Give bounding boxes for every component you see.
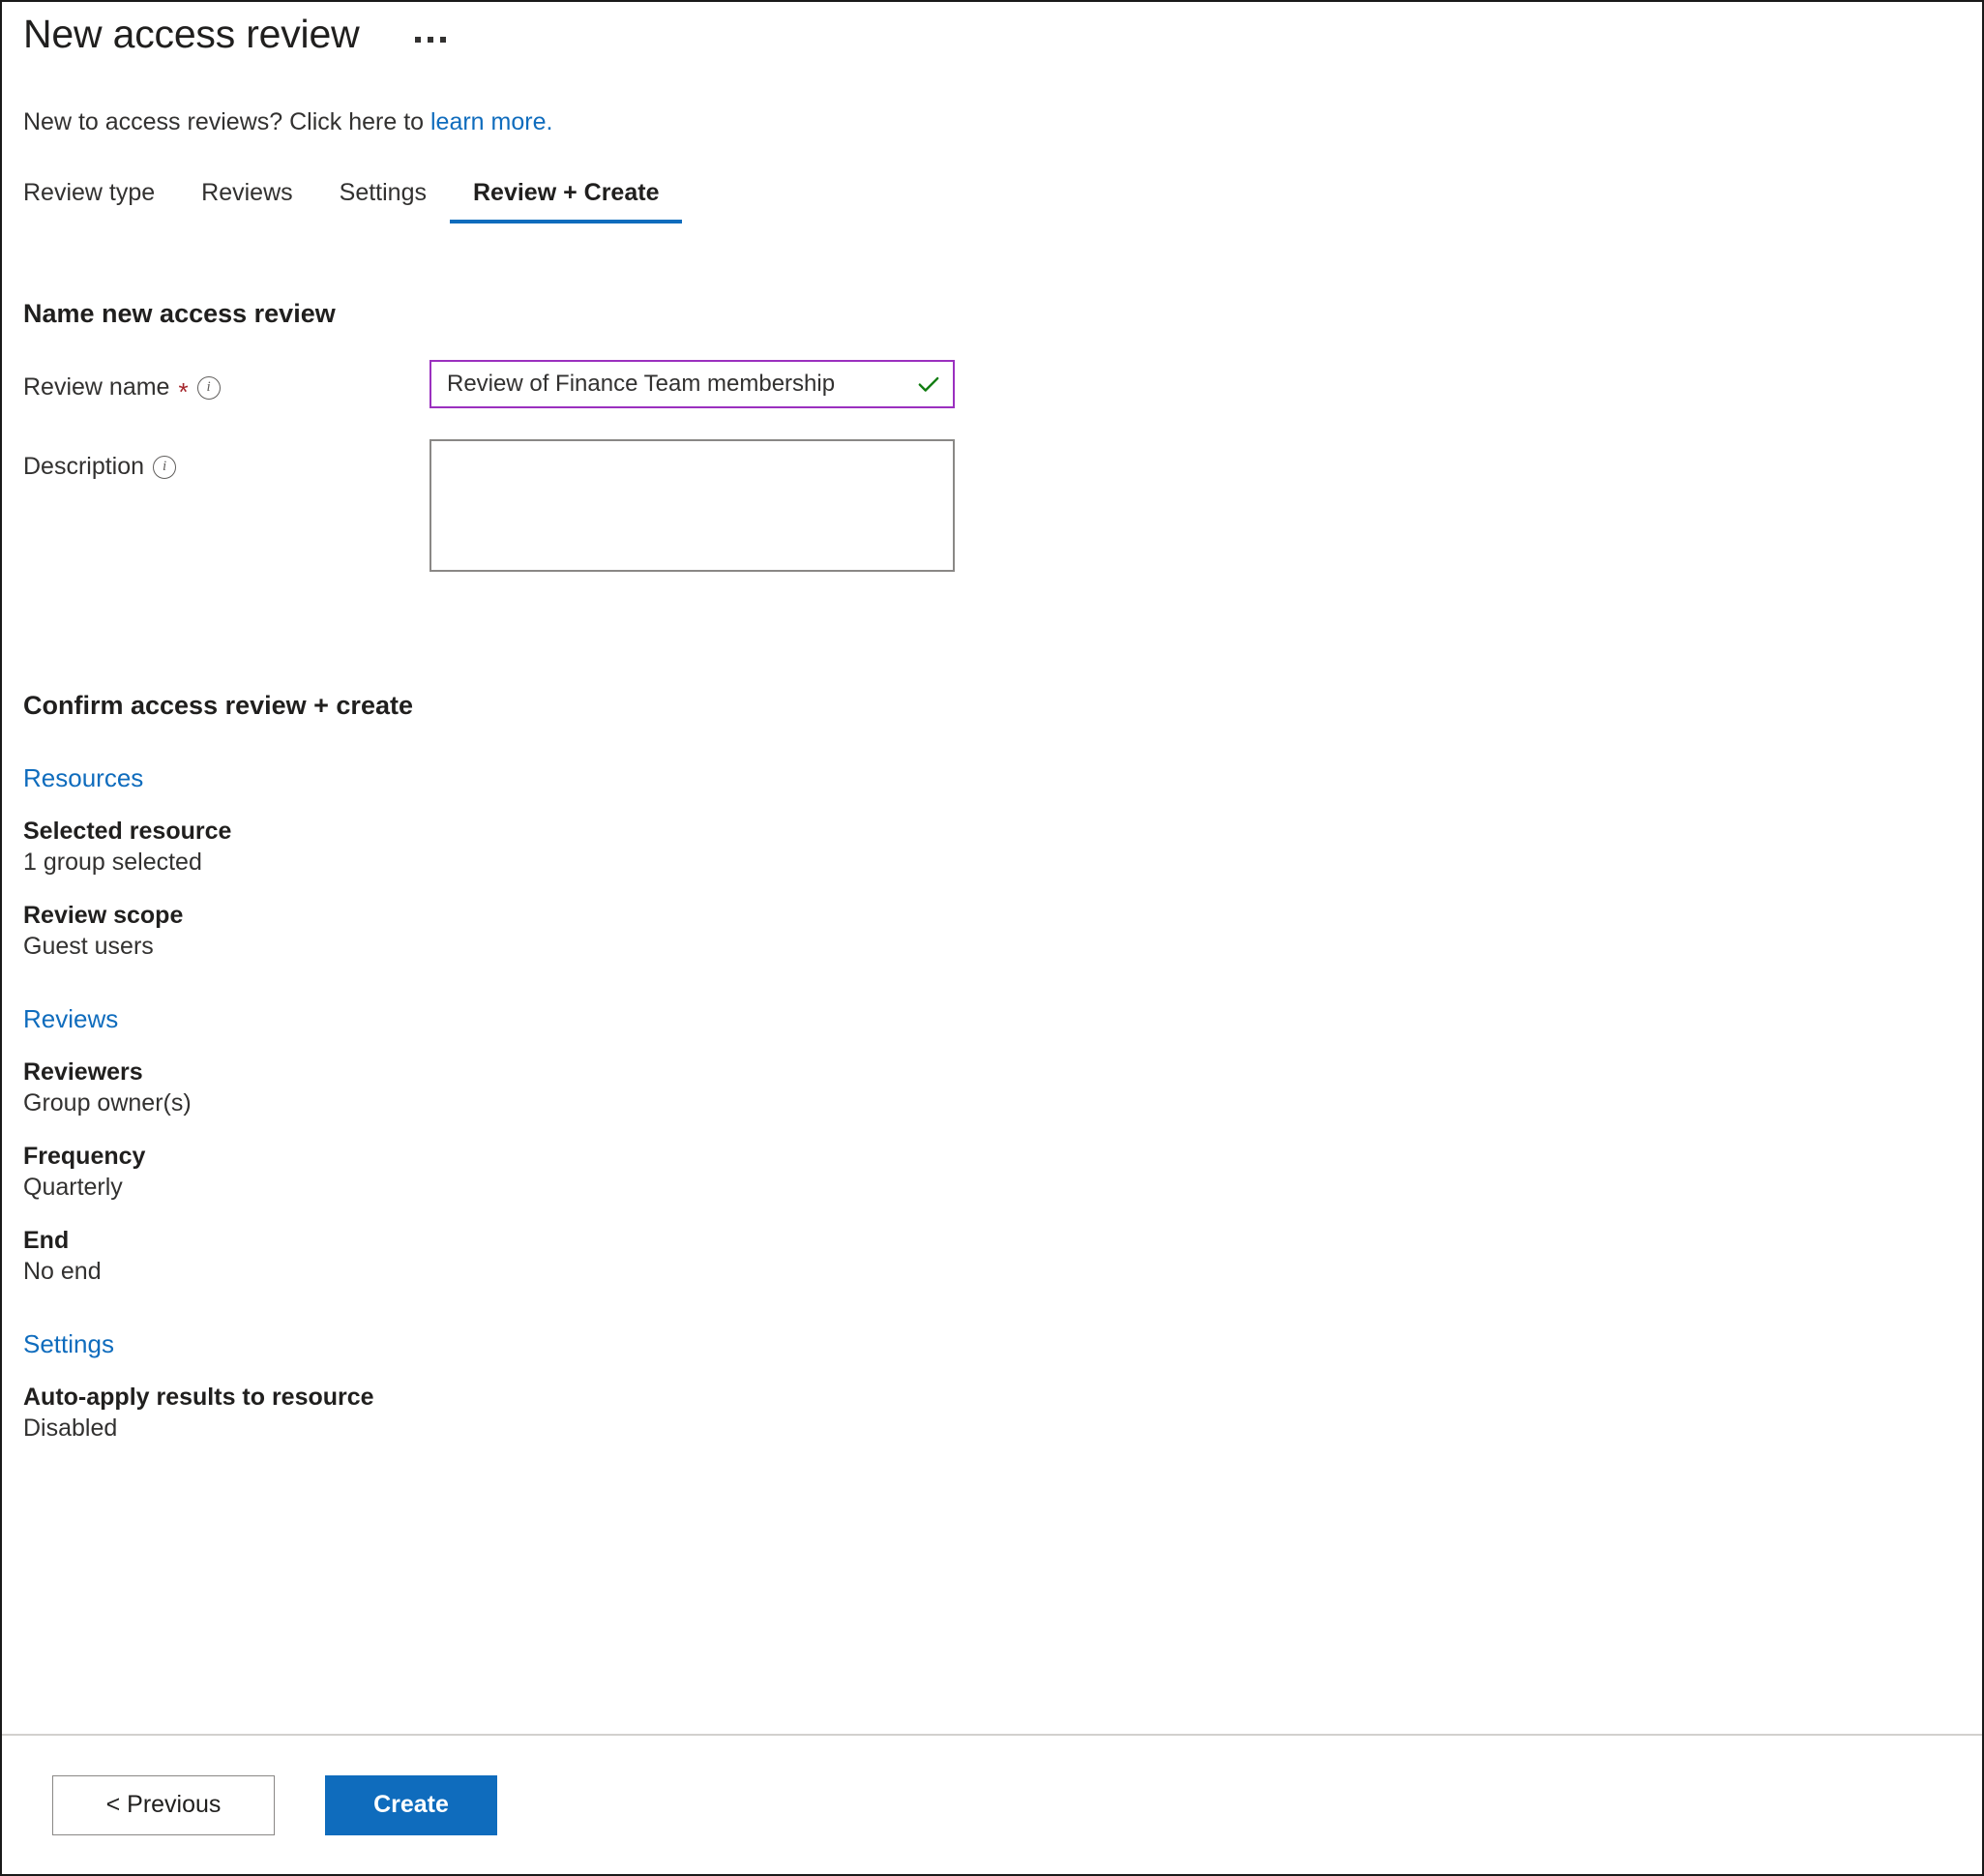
summary-row: Frequency Quarterly <box>2 1141 1982 1203</box>
review-name-input[interactable]: Review of Finance Team membership <box>429 360 955 409</box>
summary-value: Quarterly <box>23 1174 123 1202</box>
wizard-tabs: Review type Reviews Settings Review + Cr… <box>2 179 1982 224</box>
summary-row: Selected resource 1 group selected <box>2 816 1982 878</box>
settings-link[interactable]: Settings <box>2 1329 114 1359</box>
tab-settings[interactable]: Settings <box>316 179 450 223</box>
review-name-value: Review of Finance Team membership <box>447 371 836 398</box>
info-icon[interactable]: i <box>196 375 221 400</box>
tab-review-type[interactable]: Review type <box>23 179 178 223</box>
blade-content: New access review New to access reviews?… <box>2 2 1982 1734</box>
new-access-review-blade: New access review New to access reviews?… <box>0 0 1984 1876</box>
description-label-group: Description i <box>23 439 429 481</box>
description-label: Description <box>23 453 145 481</box>
review-name-label: Review name <box>23 373 170 402</box>
summary-row: End No end <box>2 1225 1982 1287</box>
resources-link[interactable]: Resources <box>2 763 143 793</box>
description-textarea[interactable] <box>429 439 955 573</box>
review-name-row: Review name * i Review of Finance Team m… <box>2 360 1982 409</box>
summary-value: No end <box>23 1258 102 1286</box>
title-row: New access review <box>2 2 1982 57</box>
summary-key: End <box>23 1227 70 1255</box>
ellipsis-icon[interactable] <box>413 33 448 46</box>
summary-row: Review scope Guest users <box>2 900 1982 962</box>
summary-key: Frequency <box>23 1143 146 1171</box>
tab-review-create[interactable]: Review + Create <box>450 179 683 224</box>
reviews-link[interactable]: Reviews <box>2 1004 118 1034</box>
review-name-label-group: Review name * i <box>23 360 429 406</box>
confirm-section-heading: Confirm access review + create <box>23 691 413 721</box>
description-row: Description i <box>2 439 1982 573</box>
summary-key: Review scope <box>23 902 184 930</box>
create-button[interactable]: Create <box>325 1774 497 1835</box>
summary-value: Disabled <box>23 1414 118 1443</box>
summary-value: Guest users <box>23 933 154 961</box>
name-section-heading: Name new access review <box>23 299 336 329</box>
summary-key: Selected resource <box>23 818 232 846</box>
summary-value: Group owner(s) <box>23 1089 192 1117</box>
blade-footer: < Previous Create <box>2 1734 1982 1874</box>
learn-more-link[interactable]: learn more. <box>430 108 552 135</box>
ellipsis-dot <box>415 37 422 43</box>
summary-key: Auto-apply results to resource <box>23 1384 374 1412</box>
learn-more-banner: New to access reviews? Click here to lea… <box>2 108 1982 136</box>
checkmark-icon <box>918 376 939 392</box>
summary-row: Auto-apply results to resource Disabled <box>2 1382 1982 1444</box>
previous-button[interactable]: < Previous <box>52 1774 275 1835</box>
page-title: New access review <box>23 12 360 56</box>
required-marker: * <box>178 376 189 406</box>
summary-row: Reviewers Group owner(s) <box>2 1057 1982 1118</box>
ellipsis-dot <box>440 37 447 43</box>
summary-value: 1 group selected <box>23 849 202 877</box>
summary-key: Reviewers <box>23 1058 143 1087</box>
tab-reviews[interactable]: Reviews <box>178 179 315 223</box>
ellipsis-dot <box>428 37 434 43</box>
learn-more-text: New to access reviews? Click here to <box>23 108 430 136</box>
info-icon[interactable]: i <box>153 455 177 479</box>
